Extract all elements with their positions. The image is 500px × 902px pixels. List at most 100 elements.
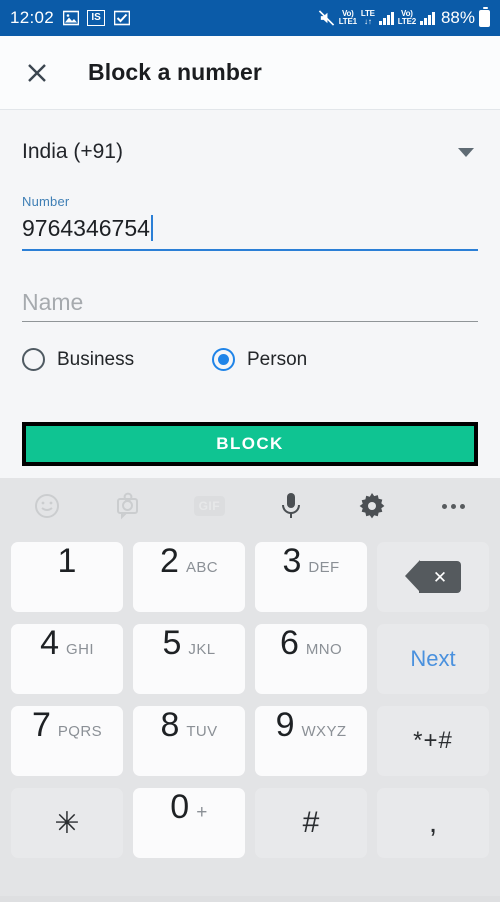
gif-label: GIF [193, 496, 226, 516]
key-6-letters: MNO [305, 641, 343, 658]
key-0-plus: + [196, 802, 208, 823]
keyboard-toolbar: GIF [6, 478, 494, 534]
key-5-letters: JKL [188, 641, 216, 658]
checkbox-icon [113, 10, 130, 27]
key-next-label: Next [410, 646, 456, 671]
radio-option-business[interactable]: Business [22, 348, 212, 371]
status-bar-left: 12:02 IS [10, 8, 130, 28]
number-field-underline [22, 249, 478, 251]
numeric-keyboard: GIF 1 2 ABC 3 DEF ✕ 4 GHI 5 JKL 6 MNO Ne… [0, 478, 500, 896]
block-button[interactable]: BLOCK [22, 422, 478, 466]
key-8-label: 8 [160, 706, 180, 744]
key-1[interactable]: 1 [11, 542, 123, 612]
number-field-label: Number [22, 194, 70, 209]
backspace-icon: ✕ [405, 560, 461, 594]
key-3-label: 3 [282, 542, 302, 580]
keypad-row-2: 4 GHI 5 JKL 6 MNO Next [6, 618, 494, 700]
key-9[interactable]: 9 WXYZ [255, 706, 367, 776]
status-time: 12:02 [10, 8, 55, 27]
key-comma-label: , [428, 806, 438, 839]
block-button-wrap: BLOCK [0, 422, 500, 466]
key-0[interactable]: 0 + [133, 788, 245, 858]
keypad-row-1: 1 2 ABC 3 DEF ✕ [6, 536, 494, 618]
sim1-volte-icon: Vo) LTE1 [339, 10, 357, 26]
key-asterisk[interactable]: ✳ [11, 788, 123, 858]
microphone-icon[interactable] [250, 491, 331, 521]
number-field-value: 9764346754 [22, 214, 150, 241]
more-dots [441, 503, 465, 509]
key-6[interactable]: 6 MNO [255, 624, 367, 694]
key-9-letters: WXYZ [301, 723, 347, 740]
is-badge-icon: IS [87, 10, 106, 26]
key-5[interactable]: 5 JKL [133, 624, 245, 694]
key-7-letters: PQRS [57, 723, 103, 740]
key-hash[interactable]: # [255, 788, 367, 858]
gif-icon[interactable]: GIF [169, 496, 250, 516]
keypad-row-4: ✳ 0 + # , [6, 782, 494, 864]
emoji-icon[interactable] [6, 493, 87, 519]
number-field-value-row[interactable]: 9764346754 [22, 211, 478, 245]
key-4-letters: GHI [66, 641, 94, 658]
sticker-icon[interactable] [87, 492, 168, 520]
key-7-label: 7 [31, 706, 51, 744]
key-0-label: 0 [170, 788, 190, 826]
sim1-label-text: LTE1 [338, 17, 357, 26]
radio-label-person: Person [247, 348, 308, 370]
system-nav-bar: wsxdn.com [0, 896, 500, 902]
key-backspace[interactable]: ✕ [377, 542, 489, 612]
key-8[interactable]: 8 TUV [133, 706, 245, 776]
keypad: 1 2 ABC 3 DEF ✕ 4 GHI 5 JKL 6 MNO Next 7… [6, 534, 494, 864]
key-asterisk-label: ✳ [54, 806, 80, 840]
sim2-label-text: LTE2 [397, 17, 416, 26]
more-options-icon[interactable] [413, 503, 494, 509]
mute-icon [318, 10, 335, 27]
key-9-label: 9 [275, 706, 295, 744]
form-bottom-spacer [0, 466, 500, 478]
block-number-form: India (+91) Number 9764346754 Name Busin… [0, 110, 500, 422]
key-2-letters: ABC [185, 559, 218, 576]
keypad-row-3: 7 PQRS 8 TUV 9 WXYZ *+# [6, 700, 494, 782]
country-selector[interactable]: India (+91) [22, 110, 478, 194]
key-8-letters: TUV [186, 723, 218, 740]
key-5-label: 5 [162, 624, 182, 662]
contact-type-radio-group: Business Person [22, 348, 478, 371]
photo-icon [62, 10, 79, 27]
sim1-signal-icon [378, 11, 394, 25]
key-3[interactable]: 3 DEF [255, 542, 367, 612]
phone-screen: 12:02 IS Vo) LTE1 LTE ↓↑ Vo) LTE2 88% Bl… [0, 0, 500, 902]
chevron-down-icon[interactable] [458, 147, 474, 157]
close-icon[interactable] [22, 58, 52, 88]
status-bar: 12:02 IS Vo) LTE1 LTE ↓↑ Vo) LTE2 88% [0, 0, 500, 36]
key-2[interactable]: 2 ABC [133, 542, 245, 612]
country-value: India (+91) [22, 140, 123, 163]
key-symbols[interactable]: *+# [377, 706, 489, 776]
key-7[interactable]: 7 PQRS [11, 706, 123, 776]
status-bar-right: Vo) LTE1 LTE ↓↑ Vo) LTE2 88% [318, 0, 490, 36]
settings-gear-icon[interactable] [331, 492, 412, 520]
radio-circle-person[interactable] [212, 348, 235, 371]
key-4-label: 4 [40, 624, 60, 662]
key-4[interactable]: 4 GHI [11, 624, 123, 694]
battery-icon [479, 6, 490, 27]
key-symbols-label: *+# [413, 727, 453, 754]
key-3-letters: DEF [308, 559, 340, 576]
key-hash-label: # [302, 806, 320, 839]
lte-data-icon: LTE ↓↑ [361, 10, 375, 26]
radio-option-person[interactable]: Person [212, 348, 307, 371]
key-next[interactable]: Next [377, 624, 489, 694]
sim2-signal-icon [419, 11, 435, 25]
data-arrows-icon: ↓↑ [364, 17, 372, 26]
name-field-placeholder: Name [22, 288, 84, 315]
radio-label-business: Business [57, 348, 135, 370]
text-cursor [150, 215, 153, 241]
radio-circle-business[interactable] [22, 348, 45, 371]
name-field[interactable]: Name [22, 283, 478, 322]
key-6-label: 6 [279, 624, 299, 662]
sim2-volte-icon: Vo) LTE2 [398, 10, 416, 26]
key-1-label: 1 [57, 542, 77, 580]
number-field[interactable]: Number 9764346754 [22, 194, 478, 251]
page-title: Block a number [88, 59, 262, 85]
block-button-label: BLOCK [216, 434, 284, 453]
key-comma[interactable]: , [377, 788, 489, 858]
name-field-underline [22, 321, 478, 322]
